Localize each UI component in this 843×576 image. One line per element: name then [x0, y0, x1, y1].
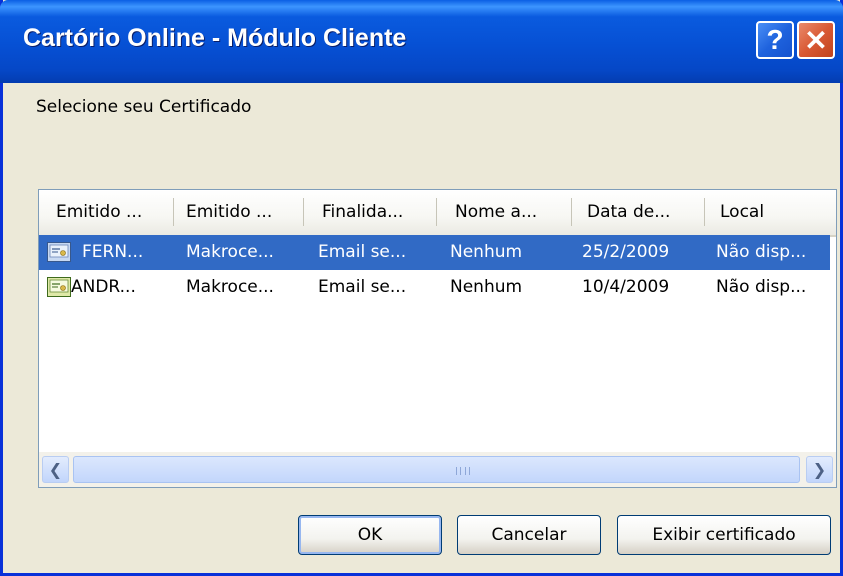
horizontal-scrollbar[interactable]: ❮ ❯ — [39, 452, 836, 487]
grip-icon — [456, 467, 470, 475]
chevron-right-icon: ❯ — [812, 460, 827, 479]
close-icon[interactable]: ✕ — [797, 21, 835, 59]
cell-issued-by: Makroce... — [186, 242, 274, 262]
help-glyph: ? — [766, 24, 784, 55]
column-header-date[interactable]: Data de... — [587, 202, 670, 222]
cell-purpose: Email se... — [318, 242, 407, 262]
dialog-window: Cartório Online - Módulo Cliente ? ✕ Sel… — [0, 0, 843, 576]
cell-purpose: Email se... — [318, 277, 407, 297]
close-glyph: ✕ — [804, 24, 828, 56]
column-header-issued-to[interactable]: Emitido ... — [56, 202, 142, 222]
list-header: Emitido ... Emitido ... Finalida... Nome… — [39, 190, 836, 237]
column-separator[interactable] — [303, 198, 304, 226]
cell-local: Não disp... — [716, 242, 807, 262]
column-separator[interactable] — [436, 198, 437, 226]
column-header-local[interactable]: Local — [720, 202, 764, 222]
cell-issued-to: ANDR... — [71, 277, 136, 297]
certificate-icon — [47, 277, 71, 297]
table-row[interactable]: FERN... Makroce... Email se... Nenhum 25… — [39, 235, 830, 270]
certificate-icon — [47, 242, 71, 262]
cell-local: Não disp... — [716, 277, 807, 297]
cell-friendly-name: Nenhum — [450, 242, 523, 262]
column-separator[interactable] — [173, 198, 174, 226]
cell-friendly-name: Nenhum — [450, 277, 523, 297]
select-certificate-label: Selecione seu Certificado — [36, 97, 252, 117]
cancel-button[interactable]: Cancelar — [457, 515, 601, 555]
cell-issued-to: FERN... — [82, 242, 144, 262]
table-row[interactable]: ANDR... Makroce... Email se... Nenhum 10… — [39, 270, 830, 305]
cell-issued-by: Makroce... — [186, 277, 274, 297]
scroll-left-button[interactable]: ❮ — [42, 456, 69, 483]
column-header-purpose[interactable]: Finalida... — [322, 202, 403, 222]
ok-button[interactable]: OK — [298, 515, 442, 555]
scroll-right-button[interactable]: ❯ — [806, 456, 833, 483]
window-title: Cartório Online - Módulo Cliente — [23, 24, 407, 52]
column-separator[interactable] — [704, 198, 705, 226]
help-icon[interactable]: ? — [756, 21, 794, 59]
title-bar[interactable]: Cartório Online - Módulo Cliente ? ✕ — [0, 0, 843, 83]
certificate-list[interactable]: Emitido ... Emitido ... Finalida... Nome… — [38, 189, 837, 488]
chevron-left-icon: ❮ — [48, 460, 63, 479]
scrollbar-thumb[interactable] — [73, 456, 800, 483]
column-header-friendly-name[interactable]: Nome a... — [455, 202, 537, 222]
cell-date: 25/2/2009 — [582, 242, 670, 262]
view-certificate-button[interactable]: Exibir certificado — [617, 515, 831, 555]
column-separator[interactable] — [571, 198, 572, 226]
cell-date: 10/4/2009 — [582, 277, 670, 297]
column-header-issued-by[interactable]: Emitido ... — [186, 202, 272, 222]
